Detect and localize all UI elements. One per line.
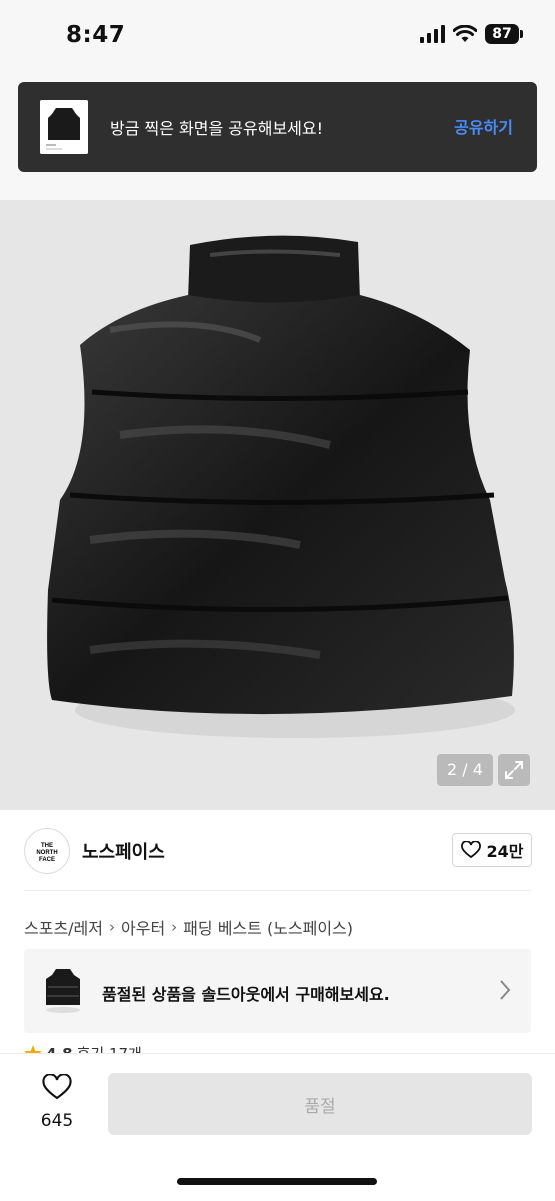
svg-text:FACE: FACE	[39, 857, 55, 863]
soldout-button[interactable]: 품절	[108, 1073, 532, 1135]
wifi-icon	[453, 25, 477, 42]
heart-icon	[42, 1073, 72, 1100]
status-bar: 8:47 87	[0, 0, 555, 72]
screenshot-thumbnail[interactable]	[40, 100, 88, 154]
brand-like-count: 24만	[486, 842, 524, 861]
banner-message: 품절된 상품을 솔드아웃에서 구매해보세요.	[102, 985, 390, 1004]
chevron-right-icon: ›	[109, 918, 115, 936]
share-button[interactable]: 공유하기	[454, 114, 513, 138]
expand-icon	[505, 761, 523, 779]
brand-row: THE NORTH FACE 노스페이스 24만	[0, 810, 555, 890]
share-toast-area: 방금 찍은 화면을 공유해보세요! 공유하기	[0, 72, 555, 200]
wish-button[interactable]: 645	[22, 1073, 92, 1131]
brand-logo[interactable]: THE NORTH FACE	[24, 828, 70, 874]
wish-count: 645	[40, 1111, 74, 1131]
banner-product-thumbnail	[46, 969, 80, 1013]
brand-like-button[interactable]: 24만	[452, 833, 532, 867]
heart-icon	[460, 841, 481, 859]
brand-name[interactable]: 노스페이스	[82, 838, 165, 864]
breadcrumb: 스포츠/레저 › 아우터 › 패딩 베스트 (노스페이스)	[24, 915, 353, 939]
svg-text:NORTH: NORTH	[36, 850, 57, 856]
divider	[24, 890, 531, 891]
home-indicator	[177, 1178, 377, 1185]
share-toast: 방금 찍은 화면을 공유해보세요! 공유하기	[18, 82, 537, 172]
product-photo	[47, 235, 515, 738]
toast-message: 방금 찍은 화면을 공유해보세요!	[110, 119, 324, 138]
chevron-right-icon	[500, 980, 511, 1000]
breadcrumb-item[interactable]: 패딩 베스트 (노스페이스)	[183, 915, 353, 939]
product-image-carousel[interactable]: 2 / 4	[0, 200, 555, 810]
soldout-banner[interactable]: 품절된 상품을 솔드아웃에서 구매해보세요.	[24, 949, 531, 1033]
battery-icon: 87	[485, 24, 523, 44]
status-icons: 87	[420, 24, 523, 44]
chevron-right-icon: ›	[171, 918, 178, 936]
breadcrumb-item[interactable]: 스포츠/레저	[24, 915, 103, 939]
svg-text:THE: THE	[41, 843, 53, 849]
signal-icon	[420, 25, 445, 43]
expand-button[interactable]	[498, 754, 530, 786]
breadcrumb-item[interactable]: 아우터	[121, 915, 165, 939]
image-counter: 2 / 4	[437, 754, 493, 786]
status-time: 8:47	[66, 22, 126, 48]
